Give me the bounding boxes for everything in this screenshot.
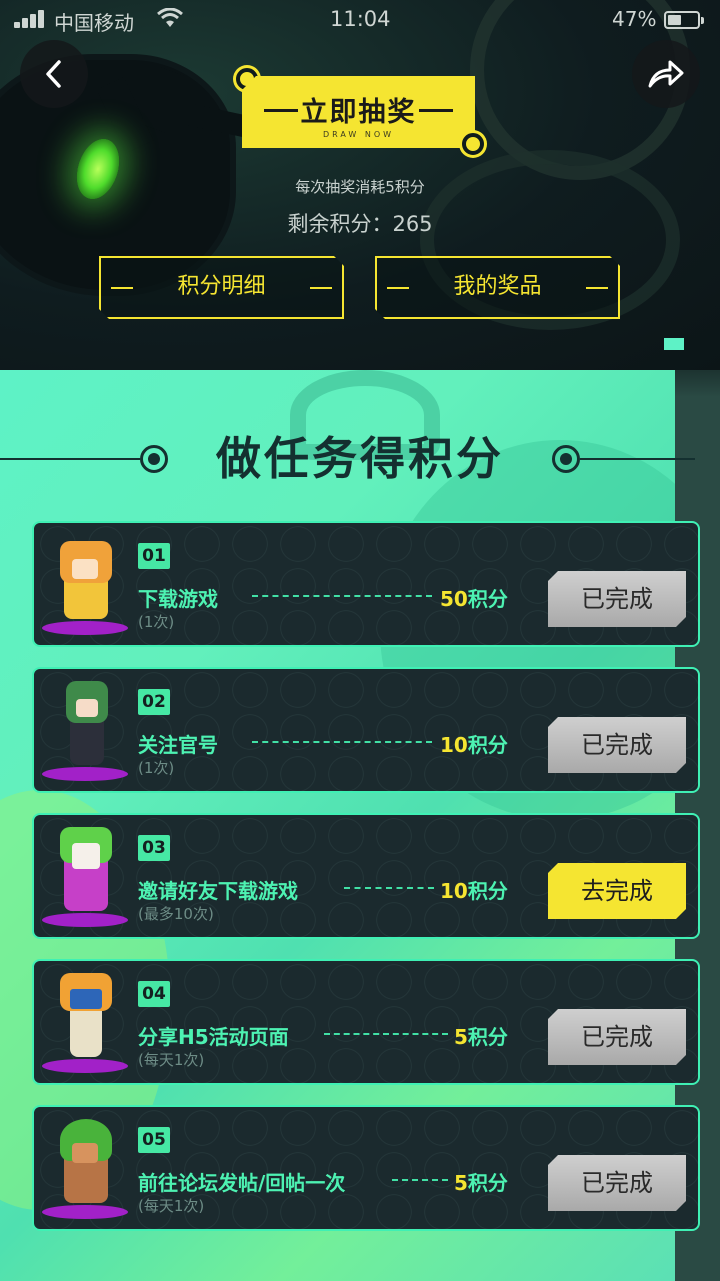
task-points: 5积分 <box>454 1025 508 1049</box>
section-title: 做任务得积分 <box>215 432 504 485</box>
points-detail-label: 积分明细 <box>177 274 266 299</box>
task-name: 关注官号 <box>138 733 218 757</box>
task-number: 03 <box>138 835 170 861</box>
task-name: 邀请好友下载游戏 <box>138 879 298 903</box>
task-limit: (最多10次) <box>138 905 214 923</box>
task-card: 04 分享H5活动页面 (每天1次) 5积分 已完成 <box>32 959 700 1085</box>
status-bar: 中国移动 11:04 47% <box>0 0 720 40</box>
task-status-button[interactable]: 已完成 <box>548 1009 686 1065</box>
task-status-button[interactable]: 已完成 <box>548 1155 686 1211</box>
task-name: 前往论坛发帖/回帖一次 <box>138 1171 346 1195</box>
character-avatar <box>42 529 128 635</box>
title-ornament-right <box>552 445 580 473</box>
remaining-points: 剩余积分：265 <box>287 212 433 236</box>
task-limit: (1次) <box>138 759 175 777</box>
task-action-button[interactable]: 去完成 <box>548 863 686 919</box>
task-number: 02 <box>138 689 170 715</box>
task-limit: (每天1次) <box>138 1197 205 1215</box>
chevron-left-icon <box>46 60 61 88</box>
task-points: 50积分 <box>440 587 508 611</box>
battery-icon <box>664 11 704 29</box>
task-status-button[interactable]: 已完成 <box>548 571 686 627</box>
task-number: 05 <box>138 1127 170 1153</box>
draw-now-sublabel: DRAW NOW <box>322 130 395 139</box>
task-name: 下载游戏 <box>138 587 218 611</box>
task-number: 01 <box>138 543 170 569</box>
share-button[interactable] <box>632 40 700 108</box>
wifi-icon <box>157 8 183 27</box>
clock: 11:04 <box>330 7 391 31</box>
task-card: 02 关注官号 (1次) 10积分 已完成 <box>32 667 700 793</box>
task-points: 5积分 <box>454 1171 508 1195</box>
page: 中国移动 11:04 47% 立即抽奖 DRAW NOW 每次抽奖消耗5积分 剩… <box>0 0 720 1281</box>
carrier-name: 中国移动 <box>54 11 134 35</box>
share-arrow-icon <box>648 60 684 88</box>
draw-now-button[interactable]: 立即抽奖 DRAW NOW <box>242 76 475 148</box>
draw-now-label: 立即抽奖 <box>300 97 417 128</box>
my-prizes-button[interactable]: 我的奖品 <box>375 256 620 319</box>
task-card: 01 下载游戏 (1次) 50积分 已完成 <box>32 521 700 647</box>
character-avatar <box>42 675 128 781</box>
task-number: 04 <box>138 981 170 1007</box>
signal-icon <box>14 10 48 28</box>
back-button[interactable] <box>20 40 88 108</box>
connector-dot-right <box>462 133 484 155</box>
task-card: 05 前往论坛发帖/回帖一次 (每天1次) 5积分 已完成 <box>32 1105 700 1231</box>
task-name: 分享H5活动页面 <box>138 1025 289 1049</box>
points-detail-button[interactable]: 积分明细 <box>99 256 344 319</box>
battery-percent: 47% <box>612 7 657 31</box>
character-avatar <box>42 1113 128 1219</box>
character-avatar <box>42 967 128 1073</box>
task-limit: (每天1次) <box>138 1051 205 1069</box>
task-points: 10积分 <box>440 879 508 903</box>
task-status-button[interactable]: 已完成 <box>548 717 686 773</box>
character-avatar <box>42 821 128 927</box>
task-card: 03 邀请好友下载游戏 (最多10次) 10积分 去完成 <box>32 813 700 939</box>
task-limit: (1次) <box>138 613 175 631</box>
my-prizes-label: 我的奖品 <box>453 274 542 299</box>
task-points: 10积分 <box>440 733 508 757</box>
draw-cost-text: 每次抽奖消耗5积分 <box>295 178 425 196</box>
